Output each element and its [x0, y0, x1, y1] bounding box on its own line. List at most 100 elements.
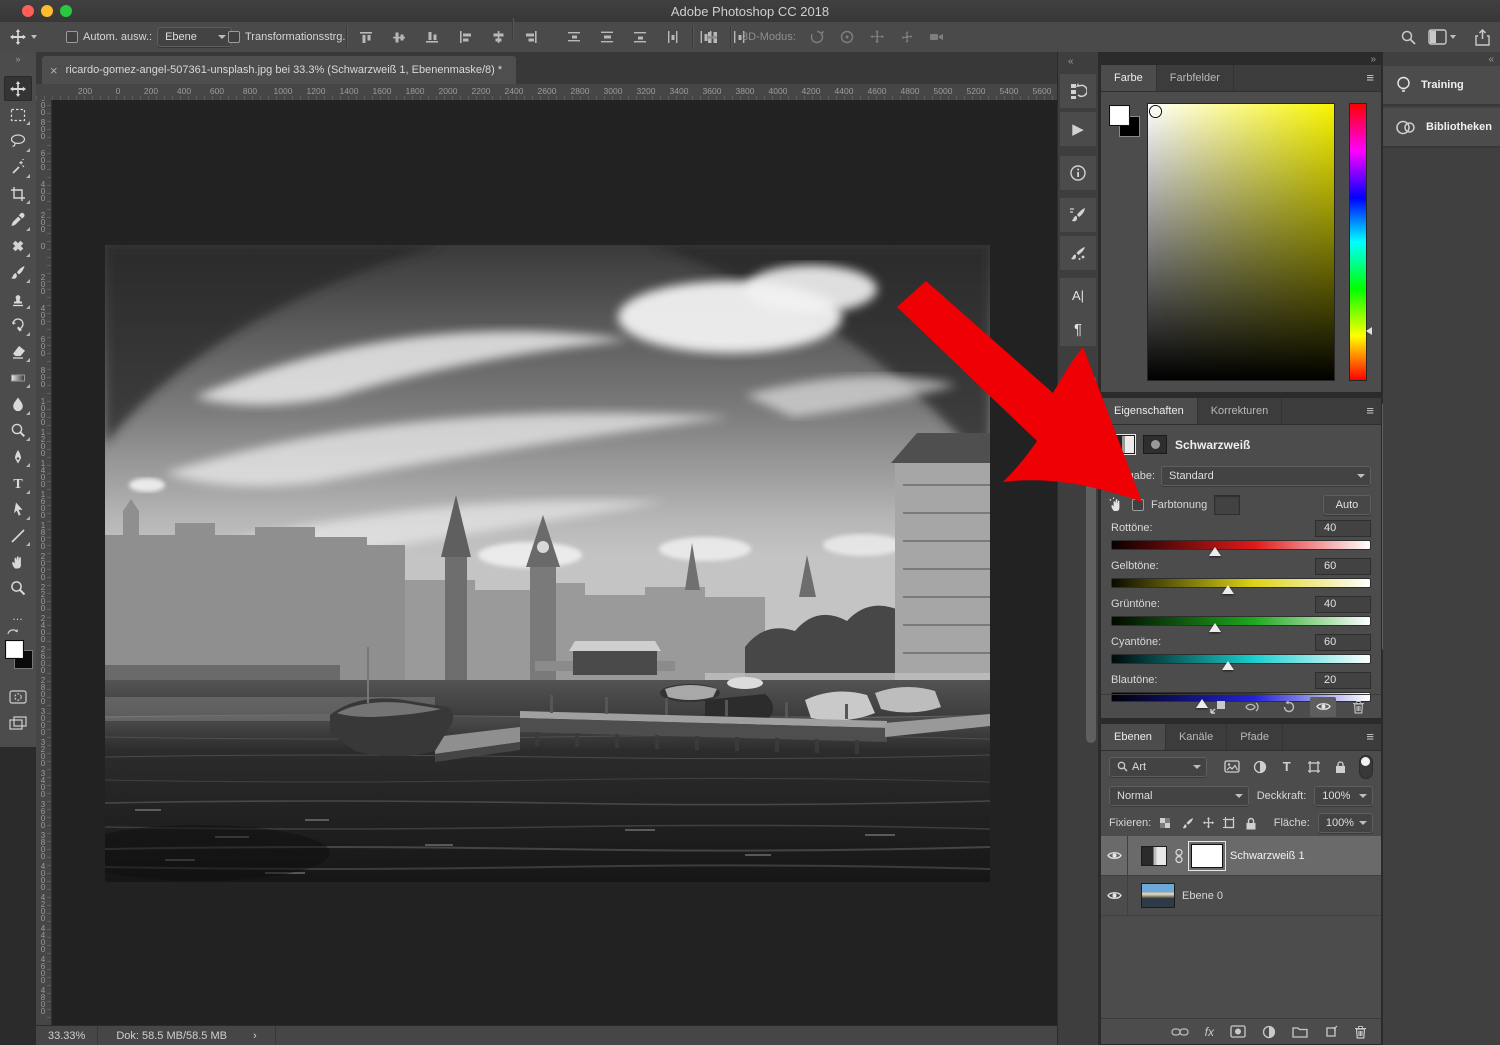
distribute-bottom-button[interactable] [628, 26, 652, 48]
blur-tool[interactable] [4, 392, 32, 417]
swap-colors-icon[interactable] [6, 626, 20, 641]
character-panel-button[interactable]: A| [1060, 278, 1096, 312]
marquee-tool[interactable] [4, 102, 32, 127]
libraries-panel-button[interactable]: Bibliotheken [1383, 108, 1500, 148]
pen-tool[interactable] [4, 444, 32, 469]
layer-mask-thumbnail[interactable] [1191, 844, 1223, 868]
slider-value-cyantoene[interactable]: 60 [1315, 634, 1371, 651]
align-top-button[interactable] [354, 26, 378, 48]
lock-position-icon[interactable] [1202, 814, 1215, 832]
layer-filter-toggle[interactable] [1359, 755, 1373, 779]
new-adjustment-layer-icon[interactable] [1262, 1025, 1276, 1039]
slider-track-cyantoene[interactable] [1111, 654, 1371, 664]
image-layer-thumbnail[interactable] [1141, 883, 1175, 908]
saturation-brightness-field[interactable] [1147, 103, 1335, 381]
3d-drag-icon[interactable] [868, 28, 886, 46]
tab-korrekturen[interactable]: Korrekturen [1198, 398, 1282, 424]
slider-value-gelbtoene[interactable]: 60 [1315, 558, 1371, 575]
path-selection-tool[interactable] [4, 497, 32, 522]
filter-type-layers-icon[interactable]: T [1277, 758, 1296, 776]
view-previous-state-icon[interactable] [1240, 697, 1266, 717]
hand-tool[interactable] [4, 549, 32, 574]
panel-menu-icon[interactable]: ≡ [1366, 729, 1374, 744]
info-panel-button[interactable] [1060, 156, 1096, 190]
foreground-color-swatch[interactable] [1109, 105, 1130, 126]
tab-farbe[interactable]: Farbe [1101, 65, 1157, 91]
toolbar-expand-chevron[interactable]: » [0, 54, 36, 64]
screen-mode-button[interactable] [4, 710, 32, 735]
layer-row-ebene0[interactable]: Ebene 0 [1101, 876, 1381, 916]
document-image[interactable] [105, 245, 990, 882]
close-tab-icon[interactable]: × [50, 63, 58, 78]
history-panel-button[interactable] [1060, 74, 1096, 108]
delete-adjustment-trash-icon[interactable] [1345, 697, 1371, 717]
distribute-left-button[interactable] [661, 26, 685, 48]
add-layer-mask-icon[interactable] [1230, 1025, 1246, 1038]
lock-artboard-icon[interactable] [1223, 814, 1236, 832]
distribute-top-button[interactable] [562, 26, 586, 48]
slider-value-rottoene[interactable]: 40 [1315, 520, 1371, 537]
training-panel-button[interactable]: Training [1383, 66, 1500, 106]
adjustment-layer-thumbnail[interactable] [1141, 846, 1167, 866]
clone-stamp-tool[interactable] [4, 286, 32, 311]
lock-pixels-icon[interactable] [1181, 814, 1194, 832]
align-horizontal-center-button[interactable] [486, 26, 510, 48]
layer-visibility-eye-icon[interactable] [1101, 876, 1128, 915]
preset-dropdown[interactable]: Standard [1161, 466, 1371, 486]
distribute-vertical-center-button[interactable] [595, 26, 619, 48]
3d-rotate-icon[interactable] [808, 28, 826, 46]
lock-transparency-icon[interactable] [1159, 814, 1172, 832]
tab-kanaele[interactable]: Kanäle [1166, 724, 1227, 750]
align-left-button[interactable] [453, 26, 477, 48]
opacity-dropdown[interactable]: 100% [1314, 786, 1373, 806]
layer-visibility-eye-icon[interactable] [1101, 836, 1128, 875]
eyedropper-tool[interactable] [4, 208, 32, 233]
distribute-spacing-button[interactable] [700, 26, 724, 48]
auto-select-checkbox[interactable] [66, 31, 78, 43]
type-tool[interactable]: T [4, 471, 32, 496]
eraser-tool[interactable] [4, 339, 32, 364]
layer-filter-type-dropdown[interactable]: Art [1109, 757, 1207, 777]
auto-button[interactable]: Auto [1323, 495, 1371, 515]
tab-pfade[interactable]: Pfade [1227, 724, 1283, 750]
healing-brush-tool[interactable] [4, 234, 32, 259]
link-layers-icon[interactable] [1171, 1027, 1189, 1037]
line-tool[interactable] [4, 523, 32, 548]
slider-value-gruentoene[interactable]: 40 [1315, 596, 1371, 613]
current-tool-button[interactable] [10, 22, 37, 52]
new-group-folder-icon[interactable] [1292, 1026, 1308, 1038]
tab-eigenschaften[interactable]: Eigenschaften [1101, 398, 1198, 424]
slider-track-gruentoene[interactable] [1111, 616, 1371, 626]
quick-mask-mode-button[interactable] [4, 684, 32, 709]
move-tool[interactable] [4, 76, 32, 101]
foreground-color[interactable] [5, 640, 24, 659]
history-brush-tool[interactable] [4, 313, 32, 338]
tint-checkbox[interactable] [1132, 499, 1144, 511]
auto-select-dropdown[interactable]: Ebene [157, 27, 232, 47]
document-size-indicator[interactable]: Dok: 58.5 MB/58.5 MB › [97, 1026, 275, 1045]
color-field-marker[interactable] [1150, 106, 1161, 117]
share-icon[interactable] [1470, 26, 1494, 48]
filter-pixel-layers-icon[interactable] [1223, 758, 1242, 776]
panel-group-scrollbar[interactable] [1086, 375, 1096, 743]
actions-panel-button[interactable]: ▶ [1060, 112, 1096, 146]
dodge-tool[interactable] [4, 418, 32, 443]
brush-settings-panel-button[interactable] [1060, 198, 1096, 232]
workspace-switcher[interactable] [1428, 22, 1456, 52]
3d-roll-icon[interactable] [838, 28, 856, 46]
align-bottom-button[interactable] [420, 26, 444, 48]
tab-ebenen[interactable]: Ebenen [1101, 724, 1166, 750]
search-icon[interactable] [1396, 26, 1420, 48]
lock-all-icon[interactable] [1244, 814, 1257, 832]
align-vertical-center-button[interactable] [387, 26, 411, 48]
expand-panels-chevron[interactable]: « [1068, 56, 1074, 67]
zoom-level[interactable]: 33.33% [36, 1030, 97, 1042]
targeted-adjustment-hand-icon[interactable] [1109, 497, 1125, 513]
fill-dropdown[interactable]: 100% [1318, 813, 1373, 833]
document-tab[interactable]: × ricardo-gomez-angel-507361-unsplash.jp… [42, 56, 516, 84]
blend-mode-dropdown[interactable]: Normal [1109, 786, 1249, 806]
adjustment-mask-icon[interactable] [1143, 435, 1167, 454]
collapse-dock-chevron[interactable]: « [1488, 54, 1494, 65]
paragraph-panel-button[interactable]: ¶ [1060, 312, 1096, 346]
visibility-eye-icon[interactable] [1310, 697, 1336, 717]
